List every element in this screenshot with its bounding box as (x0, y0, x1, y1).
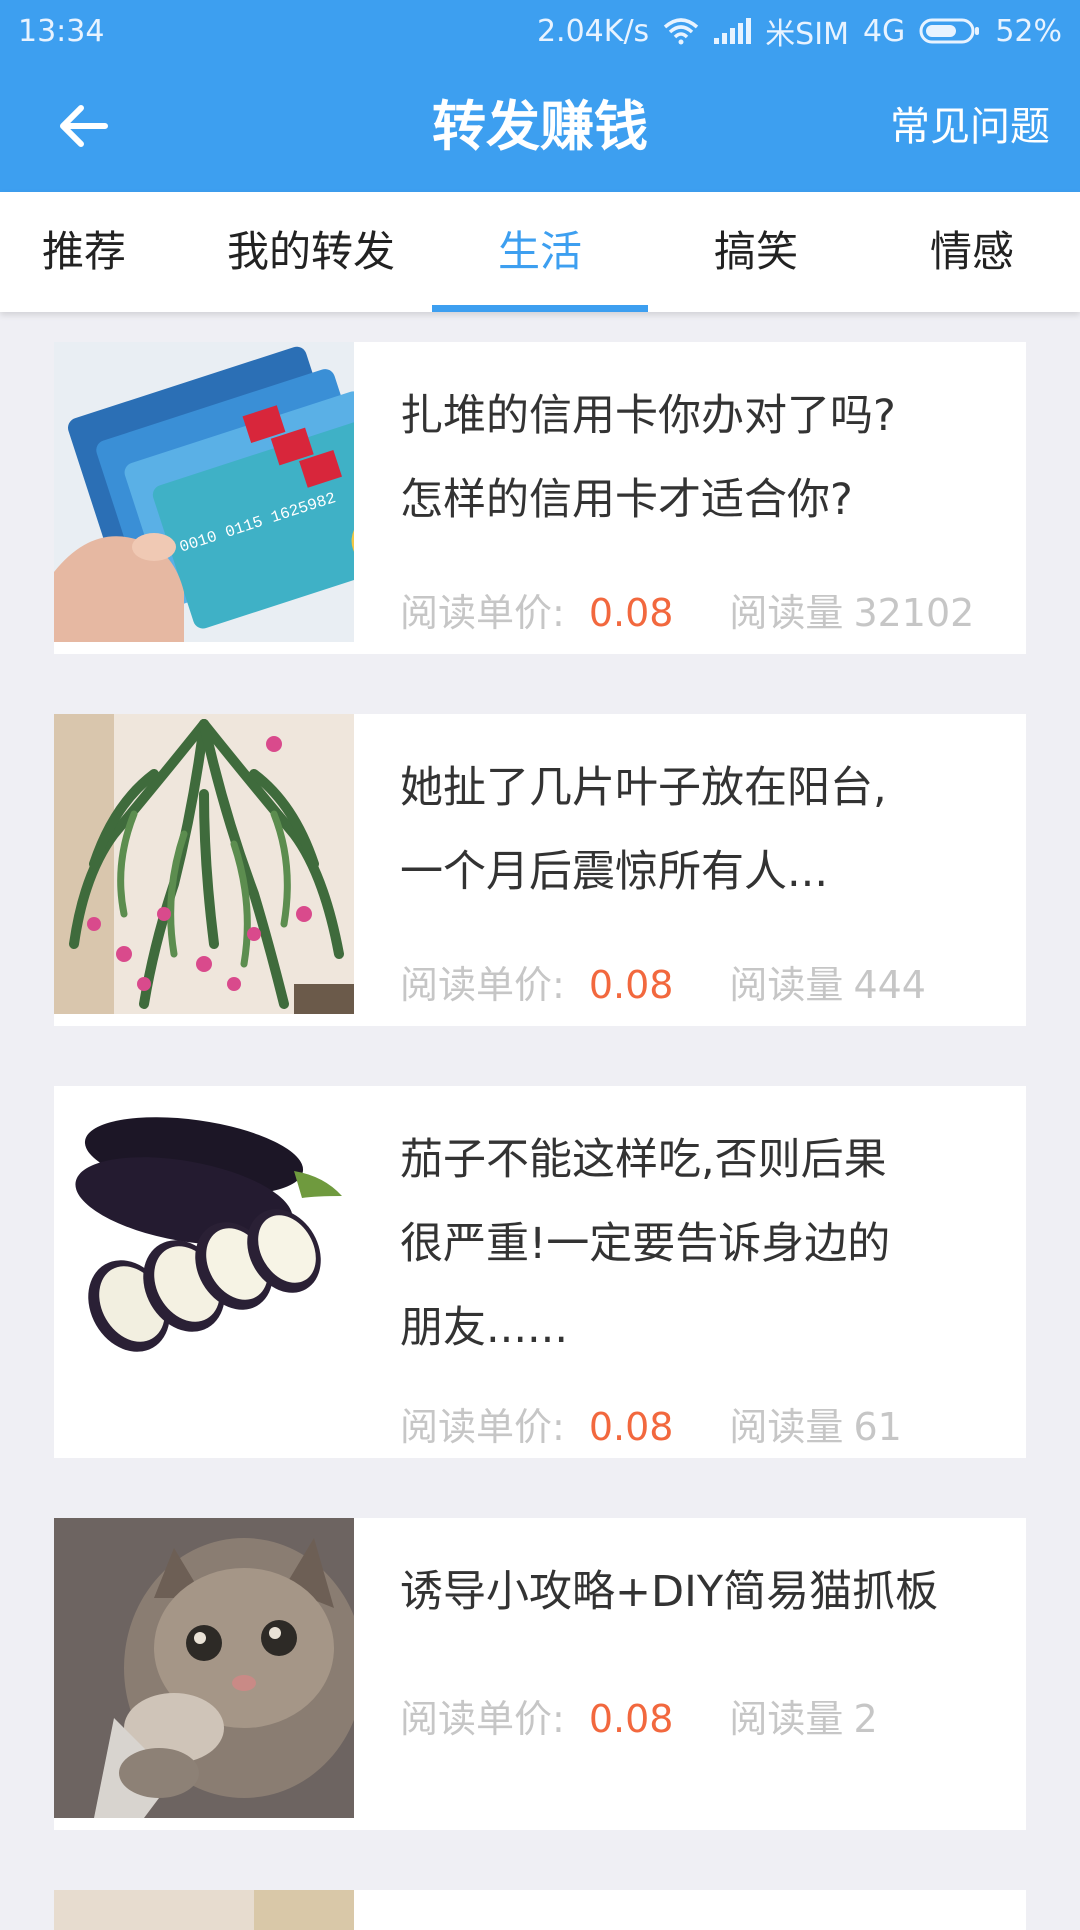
price-label: 阅读单价: (400, 1405, 565, 1449)
tab-indicator (432, 305, 648, 312)
title-line: 扎堆的信用卡你办对了吗? (400, 391, 896, 441)
views-label: 阅读量 (729, 963, 844, 1007)
battery-percent: 52% (995, 13, 1062, 49)
back-button[interactable] (48, 96, 118, 156)
cat-image (54, 1518, 354, 1818)
price-value: 0.08 (588, 963, 674, 1007)
price-value: 0.08 (588, 1697, 674, 1741)
credit-cards-image: 0010 0115 1625982 (54, 342, 354, 642)
battery-icon (919, 17, 981, 45)
article-title: 诱导小攻略+DIY简易猫抓板 (400, 1550, 1000, 1634)
arrow-left-icon (60, 105, 108, 147)
status-time: 13:34 (18, 13, 105, 49)
price-label: 阅读单价: (400, 963, 565, 1007)
app-bar: 转发赚钱 常见问题 (0, 62, 1080, 192)
network-speed: 2.04K/s (536, 13, 650, 49)
article-card[interactable]: 诱导小攻略+DIY简易猫抓板 阅读单价: 0.08 阅读量 2 (54, 1518, 1026, 1830)
views-label: 阅读量 (729, 1697, 844, 1741)
article-card[interactable]: 她扯了几片叶子放在阳台, 一个月后震惊所有人... 阅读单价: 0.08 阅读量 44… (54, 714, 1026, 1026)
signal-icon (713, 18, 752, 44)
price-label: 阅读单价: (400, 1697, 565, 1741)
wifi-icon (663, 17, 699, 45)
eggplant-image (54, 1086, 354, 1386)
tab-life[interactable]: 生活 (432, 192, 648, 312)
article-title: 茄子不能这样吃,否则后果 很严重!一定要告诉身边的 朋友...... (400, 1118, 1000, 1370)
title-line: 茄子不能这样吃,否则后果 (400, 1135, 887, 1185)
carrier-label: 米SIM (765, 17, 849, 52)
article-title: 她扯了几片叶子放在阳台, 一个月后震惊所有人... (400, 746, 1000, 914)
article-card[interactable]: 茄子不能这样吃,否则后果 很严重!一定要告诉身边的 朋友...... 阅读单价:… (54, 1086, 1026, 1458)
title-line: 她扯了几片叶子放在阳台, (400, 763, 887, 813)
views-value: 61 (853, 1405, 902, 1449)
tab-funny[interactable]: 搞笑 (648, 192, 864, 312)
faq-link[interactable]: 常见问题 (890, 62, 1050, 192)
views-label: 阅读量 (729, 591, 844, 635)
article-thumbnail (54, 1890, 354, 1930)
tab-emotion[interactable]: 情感 (864, 192, 1080, 312)
tab-recommend[interactable]: 推荐 (0, 192, 168, 312)
title-line: 朋友...... (400, 1303, 569, 1353)
views-value: 444 (853, 963, 926, 1007)
title-line: 诱导小攻略+DIY简易猫抓板 (400, 1567, 939, 1617)
category-tabs: 推荐 我的转发 生活 搞笑 情感 (0, 192, 1080, 312)
tab-label: 搞笑 (713, 227, 798, 276)
title-line: 很严重!一定要告诉身边的 (400, 1219, 891, 1269)
price-label: 阅读单价: (400, 591, 565, 635)
tab-label: 情感 (929, 227, 1014, 276)
cactus-plant-image (54, 714, 354, 1014)
article-meta: 阅读单价: 0.08 阅读量 61 (400, 1396, 902, 1451)
tab-label: 我的转发 (226, 227, 395, 276)
network-type: 4G (862, 13, 906, 49)
tab-label: 生活 (497, 227, 582, 276)
views-value: 2 (853, 1697, 878, 1741)
status-right: 2.04K/s 米SIM 4G 52% (537, 9, 1062, 53)
article-title: 扎堆的信用卡你办对了吗? 怎样的信用卡才适合你? (400, 374, 1000, 542)
article-meta: 阅读单价: 0.08 阅读量 32102 (400, 582, 974, 637)
article-card[interactable]: 0010 0115 1625982 扎堆的信用卡你办对了吗? 怎样的信用卡才适合… (54, 342, 1026, 654)
title-line: 一个月后震惊所有人... (400, 847, 829, 897)
tab-label: 推荐 (41, 227, 126, 276)
status-bar: 13:34 2.04K/s 米SIM 4G 52% (0, 0, 1080, 62)
title-line: 怎样的信用卡才适合你? (400, 475, 853, 525)
price-value: 0.08 (588, 591, 674, 635)
price-value: 0.08 (588, 1405, 674, 1449)
tab-my-shares[interactable]: 我的转发 (168, 192, 454, 312)
article-meta: 阅读单价: 0.08 阅读量 444 (400, 954, 926, 1009)
views-label: 阅读量 (729, 1405, 844, 1449)
views-value: 32102 (853, 591, 975, 635)
article-meta: 阅读单价: 0.08 阅读量 2 (400, 1688, 878, 1743)
article-card[interactable] (54, 1890, 1026, 1930)
